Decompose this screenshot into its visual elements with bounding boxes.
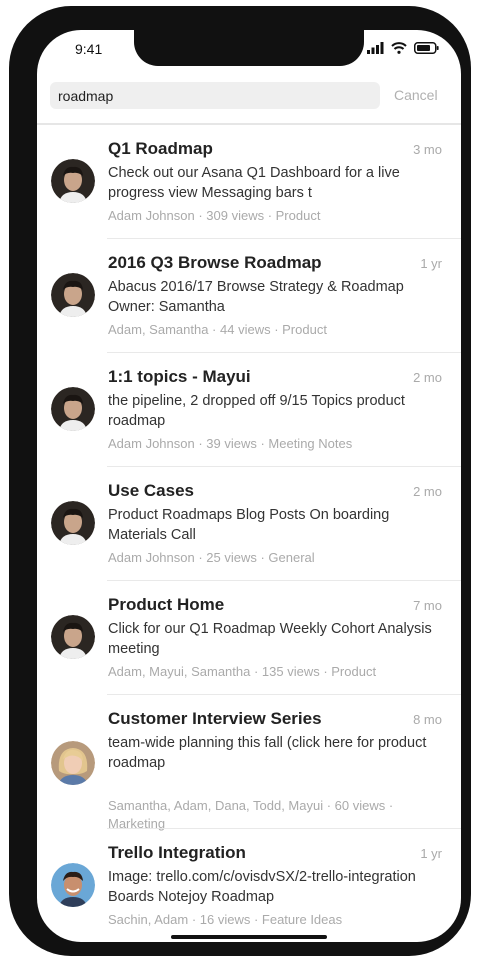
avatar — [51, 741, 95, 785]
cellular-signal-icon — [367, 42, 384, 54]
result-snippet: Image: trello.com/c/ovisdvSX/2-trello-in… — [108, 869, 416, 905]
avatar — [51, 273, 95, 317]
camera-notch — [134, 30, 364, 66]
result-snippet: Click for our Q1 Roadmap Weekly Cohort A… — [108, 621, 432, 657]
status-icons — [367, 42, 439, 54]
result-meta: Adam Johnson · 25 views · General — [108, 550, 315, 565]
result-snippet: the pipeline, 2 dropped off 9/15 Topics … — [108, 393, 405, 429]
result-snippet: Check out our Asana Q1 Dashboard for a l… — [108, 165, 400, 201]
result-time: 2 mo — [413, 484, 442, 499]
list-item[interactable]: 2016 Q3 Browse Roadmap 1 yr Abacus 2016/… — [37, 239, 461, 353]
result-title: Product Home — [108, 595, 225, 614]
result-meta: Sachin, Adam · 16 views · Feature Ideas — [108, 912, 343, 927]
list-item[interactable]: Customer Interview Series 8 mo team-wide… — [37, 695, 461, 831]
result-meta: Adam Johnson · 39 views · Meeting Notes — [108, 436, 353, 451]
result-title: Customer Interview Series — [108, 709, 322, 728]
avatar — [51, 863, 95, 907]
result-title: Q1 Roadmap — [108, 139, 213, 158]
cancel-button[interactable]: Cancel — [394, 87, 438, 103]
results-list: Q1 Roadmap 3 mo Check out our Asana Q1 D… — [37, 125, 461, 942]
result-time: 3 mo — [413, 142, 442, 157]
avatar — [51, 159, 95, 203]
search-input[interactable] — [50, 82, 380, 109]
result-snippet: Product Roadmaps Blog Posts On boarding … — [108, 507, 390, 543]
result-title: Use Cases — [108, 481, 195, 500]
result-time: 2 mo — [413, 370, 442, 385]
result-title: Trello Integration — [108, 843, 246, 862]
list-item[interactable]: Q1 Roadmap 3 mo Check out our Asana Q1 D… — [37, 125, 461, 239]
result-meta: Adam, Mayui, Samantha · 135 views · Prod… — [108, 664, 377, 679]
list-item[interactable]: Use Cases 2 mo Product Roadmaps Blog Pos… — [37, 467, 461, 581]
avatar — [51, 615, 95, 659]
avatar — [51, 387, 95, 431]
phone-frame: 9:41 Cancel — [9, 6, 471, 956]
home-indicator[interactable] — [171, 935, 327, 939]
phone-screen: 9:41 Cancel — [37, 30, 461, 942]
battery-icon — [414, 42, 439, 54]
avatar — [51, 501, 95, 545]
list-item[interactable]: 1:1 topics - Mayui 2 mo the pipeline, 2 … — [37, 353, 461, 467]
result-meta: Adam, Samantha · 44 views · Product — [108, 322, 327, 337]
result-time: 8 mo — [413, 712, 442, 727]
result-snippet: Abacus 2016/17 Browse Strategy & Roadmap… — [108, 279, 404, 315]
result-meta: Adam Johnson · 309 views · Product — [108, 208, 321, 223]
result-time: 1 yr — [420, 256, 442, 271]
list-item[interactable]: Product Home 7 mo Click for our Q1 Roadm… — [37, 581, 461, 695]
result-title: 2016 Q3 Browse Roadmap — [108, 253, 322, 272]
result-time: 1 yr — [420, 846, 442, 861]
result-time: 7 mo — [413, 598, 442, 613]
wifi-icon — [391, 42, 407, 54]
status-time: 9:41 — [75, 41, 103, 57]
list-item[interactable]: Trello Integration 1 yr Image: trello.co… — [37, 829, 461, 942]
result-snippet: team-wide planning this fall (click here… — [108, 735, 427, 771]
result-title: 1:1 topics - Mayui — [108, 367, 251, 386]
